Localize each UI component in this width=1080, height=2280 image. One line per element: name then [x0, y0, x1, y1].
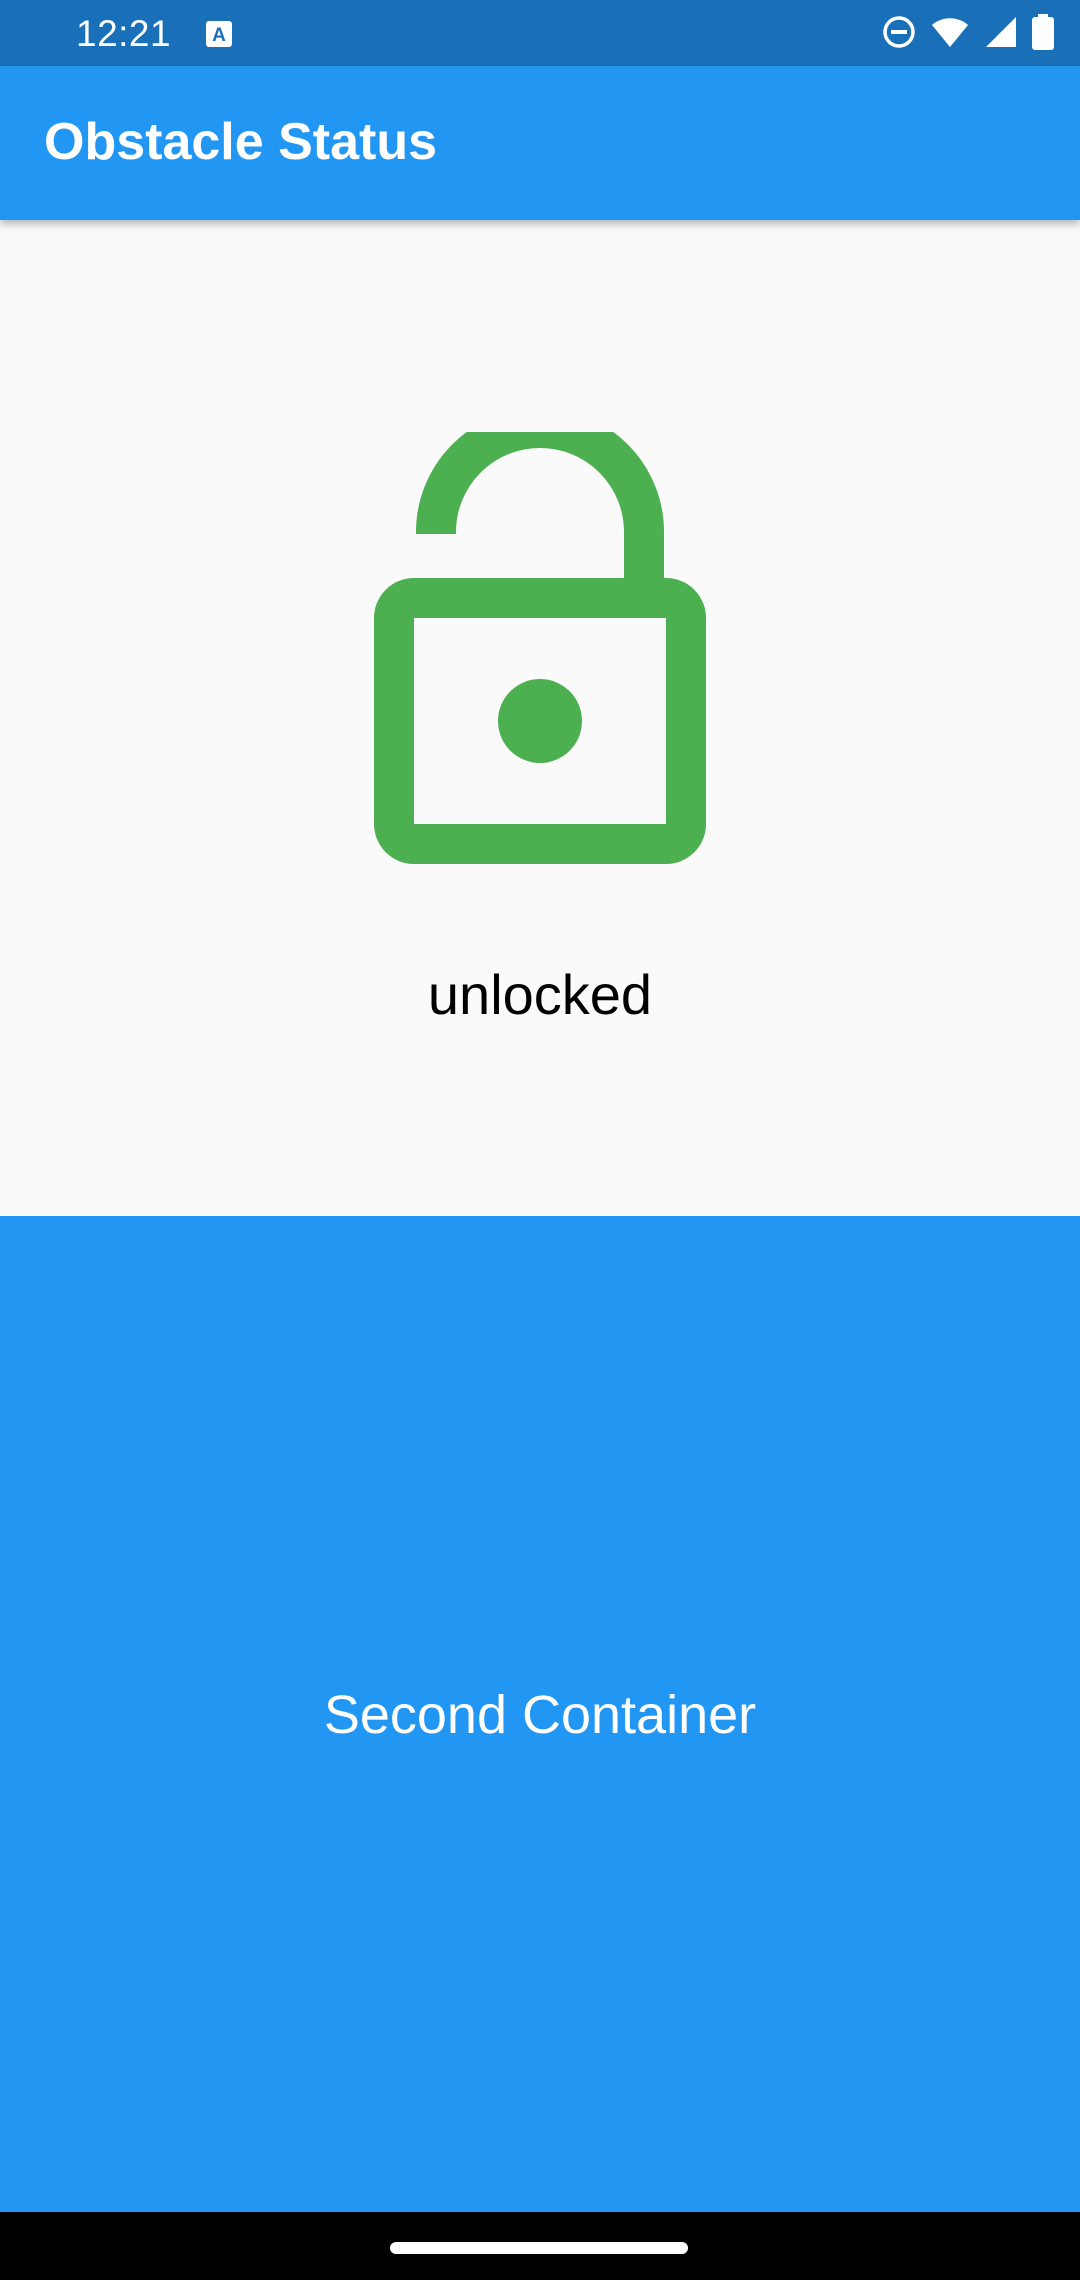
second-container: Second Container	[0, 1216, 1080, 2212]
battery-icon	[1032, 13, 1054, 55]
app-bar: Obstacle Status	[0, 66, 1080, 220]
status-time: 12:21	[76, 13, 172, 54]
lock-status-container: unlocked	[0, 220, 1080, 1216]
do-not-disturb-icon	[882, 15, 916, 54]
status-bar: 12:21 A	[0, 0, 1080, 66]
accessibility-a-icon: A	[206, 21, 232, 47]
cell-signal-icon	[984, 15, 1018, 54]
lock-status-text: unlocked	[427, 963, 653, 1026]
second-container-label: Second Container	[323, 1685, 757, 1745]
home-handle[interactable]	[390, 2242, 688, 2254]
phone-screen: 12:21 A Obstacle Status unlocked Second …	[0, 0, 1080, 2280]
wifi-icon	[930, 15, 970, 54]
navigation-bar	[0, 2212, 1080, 2280]
svg-text:A: A	[212, 25, 226, 46]
status-icons	[882, 13, 1054, 55]
page-title: Obstacle Status	[44, 113, 438, 171]
